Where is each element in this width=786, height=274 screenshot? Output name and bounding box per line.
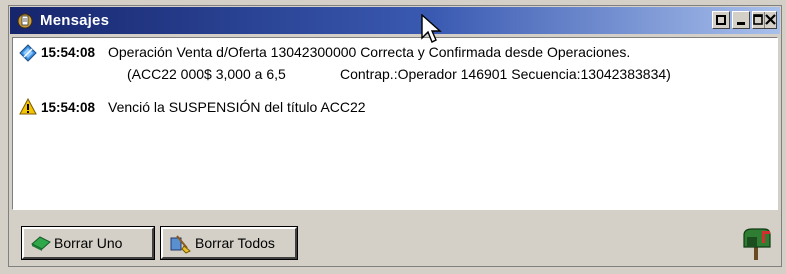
window-title: Mensajes xyxy=(40,12,110,29)
message-list[interactable]: 15:54:08 Operación Venta d/Oferta 130423… xyxy=(12,37,778,210)
delete-all-label: Borrar Todos xyxy=(195,235,275,251)
mailbox-icon[interactable] xyxy=(738,225,774,261)
message-detail-counterparty: Contrap.:Operador 146901 Secuencia:13042… xyxy=(340,66,671,82)
message-text: Venció la SUSPENSIÓN del título ACC22 xyxy=(108,99,366,115)
restore-icon xyxy=(716,15,726,25)
minimize-icon xyxy=(737,22,745,25)
message-detail: (ACC22 000$ 3,000 a 6,5 xyxy=(127,66,286,82)
message-time: 15:54:08 xyxy=(41,100,96,115)
close-icon xyxy=(765,14,776,25)
close-button[interactable] xyxy=(765,12,776,28)
maximize-icon xyxy=(753,14,763,25)
minimize-button[interactable] xyxy=(732,11,750,29)
maximize-button[interactable] xyxy=(753,12,765,28)
delete-all-button[interactable]: Borrar Todos xyxy=(160,226,298,260)
restore-button[interactable] xyxy=(712,11,730,29)
info-diamond-icon xyxy=(19,44,37,62)
delete-one-button[interactable]: Borrar Uno xyxy=(21,226,155,260)
warning-icon xyxy=(19,98,37,115)
maximize-close-group xyxy=(752,11,777,29)
messages-window: Mensajes 15:54:08 Operación Venta d/Ofer… xyxy=(8,5,782,267)
message-text: Operación Venta d/Oferta 13042300000 Cor… xyxy=(108,44,631,60)
status-strip xyxy=(8,267,782,274)
delete-one-label: Borrar Uno xyxy=(54,235,123,251)
mouse-cursor-icon xyxy=(421,14,442,43)
app-icon xyxy=(17,13,33,29)
broom-icon xyxy=(170,235,191,254)
action-bar: Borrar Uno Borrar Todos xyxy=(10,212,780,266)
title-bar[interactable]: Mensajes xyxy=(10,7,780,34)
eraser-icon xyxy=(31,236,51,251)
message-time: 15:54:08 xyxy=(41,45,96,60)
